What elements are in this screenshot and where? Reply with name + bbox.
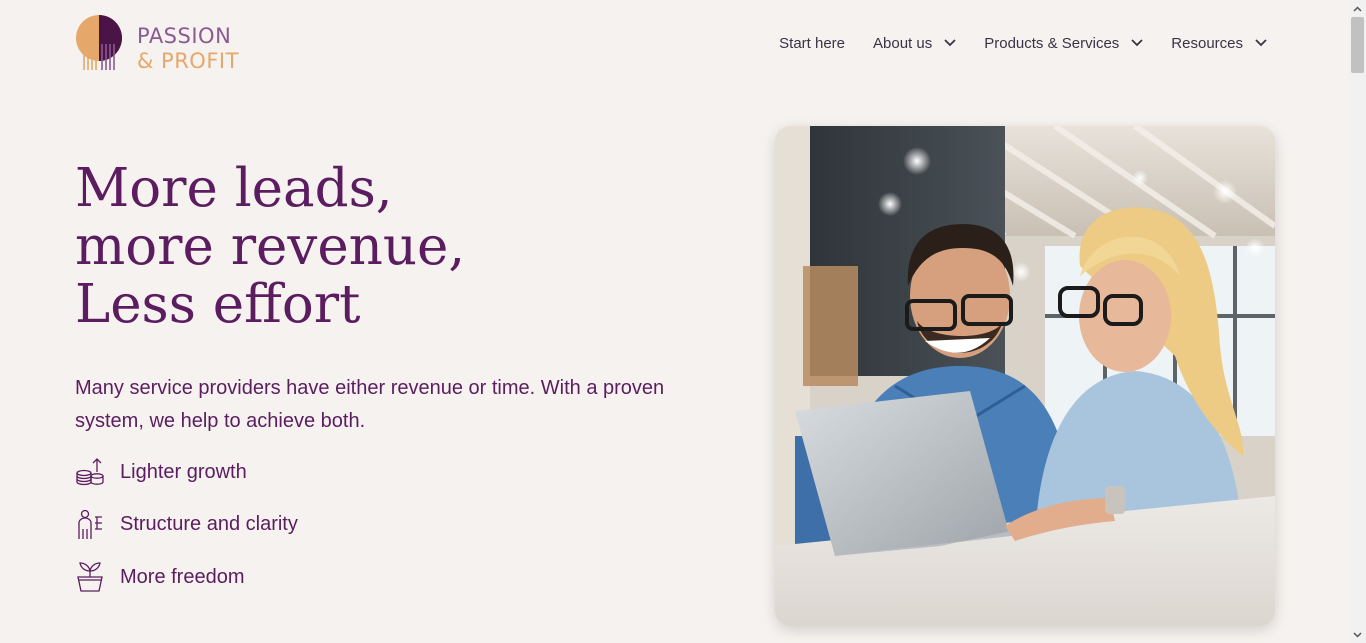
coins-growth-icon — [76, 458, 104, 486]
feature-label: More freedom — [120, 565, 245, 588]
hero-title-line1: More leads, — [75, 158, 393, 219]
logo-mark-icon — [76, 15, 122, 70]
chevron-down-icon — [1131, 39, 1143, 47]
chevron-down-icon — [1255, 39, 1267, 47]
brand-logo[interactable]: PASSION & PROFIT — [75, 14, 255, 74]
hero-title-line2: more revenue, — [75, 216, 466, 277]
logo-line1: PASSION — [137, 24, 232, 48]
person-structure-icon — [78, 509, 102, 539]
feature-label: Structure and clarity — [120, 513, 298, 535]
nav-products-services-label: Products & Services — [984, 34, 1120, 52]
scroll-down-button[interactable] — [1349, 626, 1366, 643]
nav-start-here-label: Start here — [779, 34, 846, 52]
chevron-down-icon — [1353, 631, 1362, 638]
nav-about-us[interactable]: About us — [845, 30, 956, 56]
chevron-down-icon — [944, 39, 956, 47]
nav-about-us-label: About us — [873, 34, 933, 52]
feature-item: Structure and clarity — [75, 508, 575, 542]
hero-title: More leads, more revenue, Less effort — [75, 160, 595, 334]
scroll-up-button[interactable] — [1349, 0, 1366, 17]
nav-products-services[interactable]: Products & Services — [956, 30, 1143, 56]
scroll-thumb[interactable] — [1351, 17, 1364, 73]
logo-line2: & PROFIT — [137, 49, 239, 73]
plant-pot-icon — [77, 562, 103, 592]
hero-subtitle: Many service providers have either reven… — [75, 377, 665, 432]
hero-photo — [775, 126, 1275, 626]
nav-resources-label: Resources — [1171, 34, 1243, 52]
page-scrollbar[interactable] — [1349, 0, 1366, 643]
feature-list: Lighter growth Structure and clarity Mor… — [75, 455, 575, 613]
logo-wordmark: PASSION & PROFIT — [137, 24, 239, 74]
nav-start-here[interactable]: Start here — [751, 30, 845, 56]
chevron-up-icon — [1353, 5, 1362, 12]
feature-item: More freedom — [75, 560, 575, 594]
smiling-couple-laptop-photo — [775, 126, 1275, 626]
nav-resources[interactable]: Resources — [1143, 30, 1267, 56]
feature-item: Lighter growth — [75, 455, 575, 489]
feature-label: Lighter growth — [120, 460, 247, 483]
main-nav: Start here About us Products & Services … — [751, 30, 1267, 56]
hero-title-line3: Less effort — [75, 274, 361, 335]
